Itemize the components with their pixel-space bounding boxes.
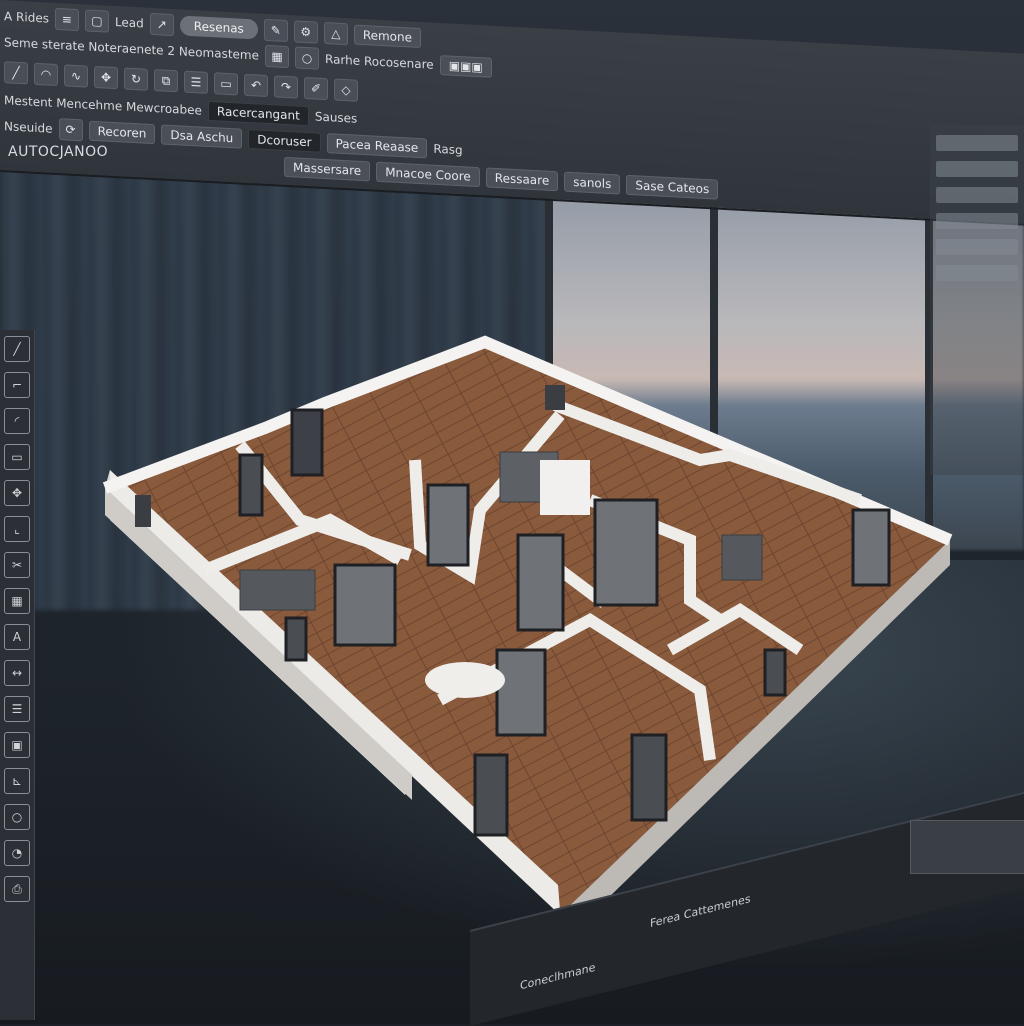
door [545,385,565,410]
door [763,648,787,697]
glass-door [851,508,891,587]
door [290,408,324,477]
bed [239,569,316,611]
glass-door [495,648,547,737]
door [135,495,151,527]
bathtub [425,662,505,698]
glass-door [516,533,565,632]
glass-door [593,498,659,607]
cabinet [540,460,590,515]
status-left: Coneclhmane [520,960,596,993]
mini-info-panel [910,820,1024,874]
bed [721,534,763,581]
glass-door [333,563,397,647]
door [284,616,308,662]
door [238,453,264,517]
door [630,733,668,822]
glass-door [426,483,470,567]
door [473,753,509,837]
status-right: Ferea Cattemenes [650,892,751,931]
